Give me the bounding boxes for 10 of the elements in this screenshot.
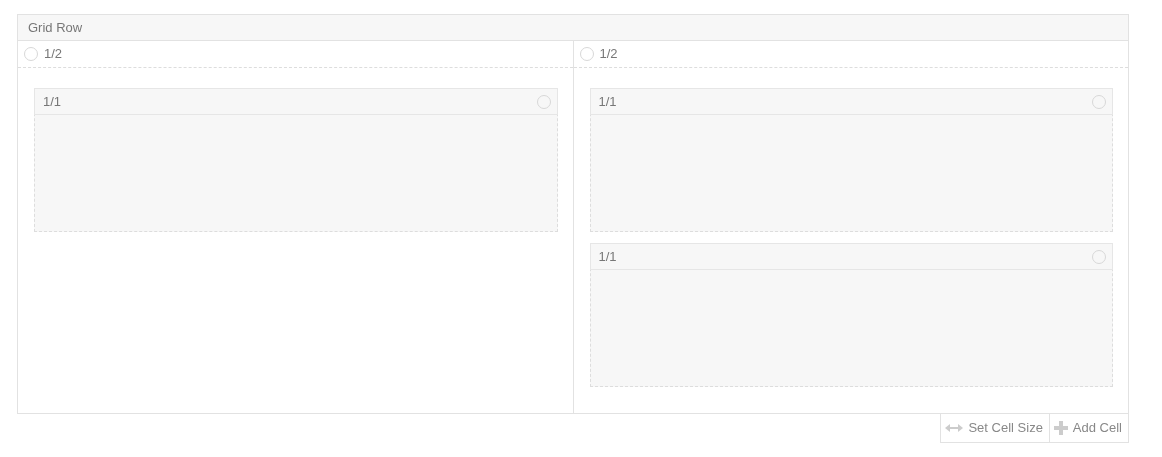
double-arrow-icon <box>945 422 964 433</box>
set-size-button[interactable]: Set Cell Size <box>940 414 1050 443</box>
cell-label: 1/1 <box>598 247 617 266</box>
plus-icon <box>1053 420 1068 435</box>
cell-label: 1/1 <box>598 92 617 111</box>
row-title: Grid Row <box>18 15 1128 41</box>
cell-label: 1/1 <box>43 92 62 111</box>
add-cell-button[interactable]: Add Cell <box>1049 414 1129 443</box>
column-label: 1/2 <box>599 45 618 64</box>
column-label: 1/2 <box>44 45 63 64</box>
